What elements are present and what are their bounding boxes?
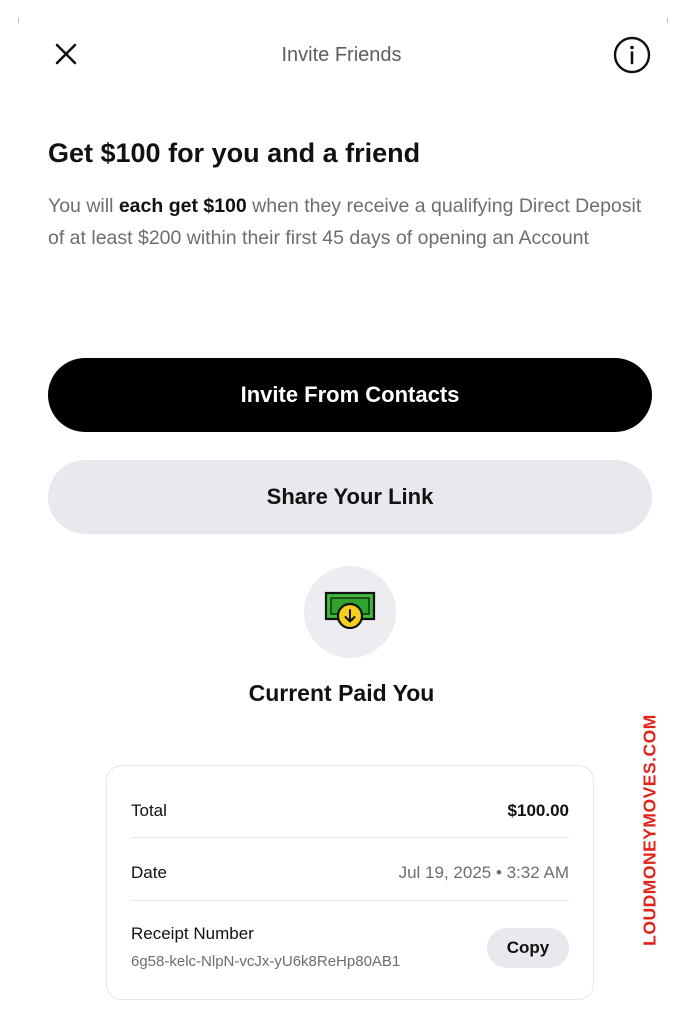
receipt-number-label: Receipt Number [131,924,254,943]
divider [131,900,569,901]
divider [131,837,569,838]
page-title: Invite Friends [281,44,402,66]
promo-description-start: You will [48,195,119,217]
date-label: Date [131,863,167,882]
payment-heading: Current Paid You [248,680,435,706]
info-icon [613,36,651,74]
receipt-number-block: Receipt Number 6g58-kelc-NlpN-vcJx-yU6k8… [131,924,400,970]
money-received-icon [324,591,376,630]
info-button[interactable] [613,36,651,74]
watermark: LOUDMONEYMOVES.COM [639,714,660,946]
receipt-card: Total $100.00 Date Jul 19, 2025 • 3:32 A… [106,765,594,1000]
payment-icon-circle [304,566,396,658]
total-row: Total $100.00 [131,796,569,826]
invite-from-contacts-button[interactable]: Invite From Contacts [48,358,652,432]
promo-description: You will each get $100 when they receive… [48,190,658,254]
date-row: Date Jul 19, 2025 • 3:32 AM [131,858,569,888]
promo-description-highlight: each get $100 [118,195,247,217]
receipt-number-value: 6g58-kelc-NlpN-vcJx-yU6k8ReHp80AB1 [131,953,401,970]
promo-title: Get $100 for you and a friend [48,138,421,168]
share-your-link-button[interactable]: Share Your Link [48,460,652,534]
total-label: Total [131,801,167,820]
header: Invite Friends [0,0,683,110]
date-value: Jul 19, 2025 • 3:32 AM [398,863,569,882]
total-value: $100.00 [507,801,569,820]
copy-button[interactable]: Copy [487,928,569,968]
